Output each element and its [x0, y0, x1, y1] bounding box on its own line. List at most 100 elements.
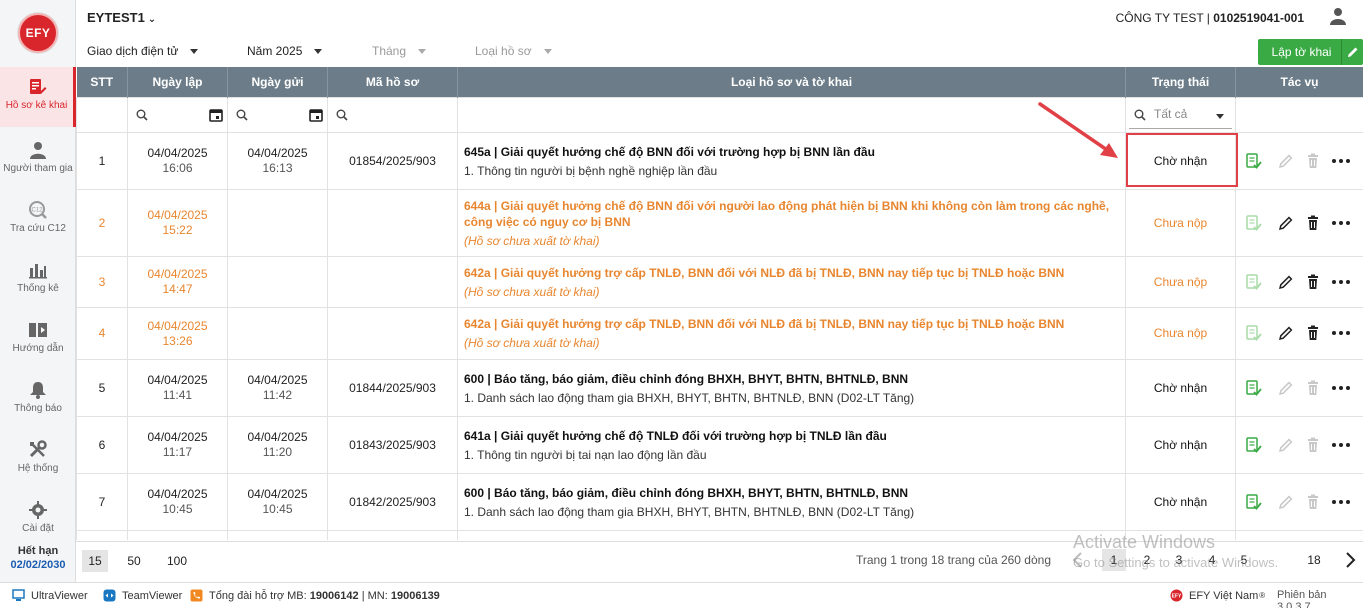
- more-options-icon[interactable]: [1331, 325, 1351, 341]
- edit-pencil-icon[interactable]: [1278, 153, 1294, 169]
- org-name: EYTEST1: [87, 10, 145, 25]
- year-select[interactable]: Năm 2025: [247, 44, 323, 58]
- created-date: 04/04/2025: [147, 318, 208, 333]
- record-title[interactable]: 642a | Giải quyết hưởng trợ cấp TNLĐ, BN…: [464, 265, 1119, 281]
- table-row[interactable]: 2 04/04/2025 15:22 644a | Giải quyết hưởn…: [76, 188, 1363, 257]
- row-cell: [227, 529, 328, 540]
- transaction-type-select[interactable]: Giao dịch điện tử: [87, 44, 199, 58]
- user-account-icon[interactable]: [1329, 7, 1347, 25]
- row-record-type[interactable]: 642a | Giải quyết hưởng trợ cấp TNLĐ, BN…: [457, 255, 1126, 308]
- sidebar-item-thong-ke[interactable]: Thống kê: [0, 250, 76, 310]
- table-row[interactable]: 3 04/04/2025 14:47 642a | Giải quyết hưởn…: [76, 255, 1363, 308]
- delete-trash-icon[interactable]: [1305, 494, 1321, 510]
- delete-trash-icon[interactable]: [1305, 215, 1321, 231]
- row-created: 04/04/2025 16:06: [127, 131, 228, 190]
- page-18[interactable]: 18: [1302, 549, 1326, 571]
- record-title[interactable]: 641a | Giải quyết hưởng chế độ TNLĐ đối …: [464, 428, 1119, 444]
- calendar-icon[interactable]: [309, 108, 323, 122]
- page-size-15[interactable]: 15: [82, 550, 108, 572]
- row-record-type[interactable]: 642a | Giải quyết hưởng trợ cấp TNLĐ, BN…: [457, 306, 1126, 360]
- edit-pencil-icon[interactable]: [1278, 215, 1294, 231]
- page-3[interactable]: 3: [1167, 549, 1191, 571]
- page-4[interactable]: 4: [1200, 549, 1224, 571]
- org-selector[interactable]: EYTEST1 ⌄: [87, 10, 156, 25]
- table-row[interactable]: [76, 529, 1363, 540]
- delete-trash-icon[interactable]: [1305, 380, 1321, 396]
- header-created-date[interactable]: Ngày lập: [127, 67, 228, 97]
- delete-trash-icon[interactable]: [1305, 437, 1321, 453]
- next-page-icon[interactable]: [1343, 551, 1357, 569]
- row-record-type[interactable]: 600 | Báo tăng, báo giảm, điều chỉnh đón…: [457, 358, 1126, 417]
- edit-pencil-icon[interactable]: [1278, 325, 1294, 341]
- submit-check-icon[interactable]: [1246, 152, 1262, 169]
- sidebar-item-ho-so-ke-khai[interactable]: Hồ sơ kê khai: [0, 67, 76, 127]
- prev-page-icon[interactable]: [1071, 551, 1085, 569]
- header-record-code[interactable]: Mã hồ sơ: [327, 67, 458, 97]
- edit-pencil-icon[interactable]: [1278, 494, 1294, 510]
- edit-pencil-icon[interactable]: [1278, 274, 1294, 290]
- page-size-50[interactable]: 50: [121, 550, 147, 572]
- sent-date-filter[interactable]: [227, 96, 328, 133]
- page-1[interactable]: 1: [1102, 549, 1126, 571]
- table-row[interactable]: 6 04/04/2025 11:17 04/04/2025 11:20 01843/…: [76, 415, 1363, 474]
- submit-check-icon[interactable]: [1246, 379, 1262, 396]
- more-options-icon[interactable]: [1331, 215, 1351, 231]
- month-select[interactable]: Tháng: [372, 44, 427, 58]
- sidebar-item-cai-dat[interactable]: Cài đặt: [0, 490, 76, 550]
- page-size-100[interactable]: 100: [164, 550, 190, 572]
- page-2[interactable]: 2: [1135, 549, 1159, 571]
- record-code-filter[interactable]: [327, 96, 458, 133]
- sidebar-item-huong-dan[interactable]: Hướng dẫn: [0, 310, 76, 370]
- status-filter[interactable]: Tất cả: [1125, 96, 1236, 133]
- create-declaration-button[interactable]: Lập tờ khai: [1258, 39, 1363, 65]
- record-title[interactable]: 645a | Giải quyết hưởng chế độ BNN đối v…: [464, 144, 1119, 160]
- sidebar-item-tra-cuu-c12[interactable]: C12 Tra cứu C12: [0, 190, 76, 250]
- calendar-icon[interactable]: [209, 108, 223, 122]
- table-row[interactable]: 7 04/04/2025 10:45 04/04/2025 10:45 01842/…: [76, 472, 1363, 531]
- top-bar: EYTEST1 ⌄ CÔNG TY TEST | 0102519041-001: [76, 0, 1363, 36]
- record-title[interactable]: 642a | Giải quyết hưởng trợ cấp TNLĐ, BN…: [464, 316, 1119, 332]
- more-options-icon[interactable]: [1331, 494, 1351, 510]
- ultraviewer-link[interactable]: UltraViewer: [12, 589, 88, 602]
- record-type-select[interactable]: Loại hồ sơ: [475, 44, 552, 58]
- table-row[interactable]: 4 04/04/2025 13:26 642a | Giải quyết hưởn…: [76, 306, 1363, 360]
- record-title[interactable]: 600 | Báo tăng, báo giảm, điều chỉnh đón…: [464, 371, 1119, 387]
- header-status[interactable]: Trạng thái: [1125, 67, 1236, 97]
- submit-check-icon[interactable]: [1246, 214, 1262, 231]
- header-record-type[interactable]: Loại hồ sơ và tờ khai: [457, 67, 1126, 97]
- more-options-icon[interactable]: [1331, 274, 1351, 290]
- delete-trash-icon[interactable]: [1305, 325, 1321, 341]
- sidebar-item-label: Hồ sơ kê khai: [5, 100, 68, 111]
- row-record-type[interactable]: 641a | Giải quyết hưởng chế độ TNLĐ đối …: [457, 415, 1126, 474]
- table-row[interactable]: 1 04/04/2025 16:06 04/04/2025 16:13 01854/…: [76, 131, 1363, 190]
- created-date-filter[interactable]: [127, 96, 228, 133]
- efy-logo[interactable]: EFY: [18, 13, 58, 53]
- sidebar-item-nguoi-tham-gia[interactable]: Người tham gia: [0, 130, 76, 190]
- record-title[interactable]: 644a | Giải quyết hưởng chế độ BNN đối v…: [464, 198, 1119, 230]
- sidebar-item-he-thong[interactable]: Hệ thống: [0, 430, 76, 490]
- submit-check-icon[interactable]: [1246, 493, 1262, 510]
- more-options-icon[interactable]: [1331, 153, 1351, 169]
- header-stt[interactable]: STT: [76, 67, 128, 97]
- table-row[interactable]: 5 04/04/2025 11:41 04/04/2025 11:42 01844/…: [76, 358, 1363, 417]
- more-options-icon[interactable]: [1331, 437, 1351, 453]
- row-sent: [227, 306, 328, 360]
- row-record-type[interactable]: 645a | Giải quyết hưởng chế độ BNN đối v…: [457, 131, 1126, 190]
- submit-check-icon[interactable]: [1246, 273, 1262, 290]
- record-title[interactable]: 600 | Báo tăng, báo giảm, điều chỉnh đón…: [464, 485, 1119, 501]
- record-subtitle: (Hồ sơ chưa xuất tờ khai): [464, 233, 600, 248]
- edit-pencil-icon[interactable]: [1278, 437, 1294, 453]
- page-5[interactable]: 5: [1232, 549, 1256, 571]
- delete-trash-icon[interactable]: [1305, 274, 1321, 290]
- row-record-type[interactable]: 600 | Báo tăng, báo giảm, điều chỉnh đón…: [457, 472, 1126, 531]
- status-filter-value: Tất cả: [1154, 106, 1188, 121]
- header-sent-date[interactable]: Ngày gửi: [227, 67, 328, 97]
- edit-pencil-icon[interactable]: [1278, 380, 1294, 396]
- teamviewer-link[interactable]: TeamViewer: [103, 589, 182, 602]
- submit-check-icon[interactable]: [1246, 325, 1262, 341]
- more-options-icon[interactable]: [1331, 380, 1351, 396]
- row-record-type[interactable]: 644a | Giải quyết hưởng chế độ BNN đối v…: [457, 188, 1126, 257]
- submit-check-icon[interactable]: [1246, 436, 1262, 453]
- delete-trash-icon[interactable]: [1305, 153, 1321, 169]
- sidebar-item-thong-bao[interactable]: Thông báo: [0, 370, 76, 430]
